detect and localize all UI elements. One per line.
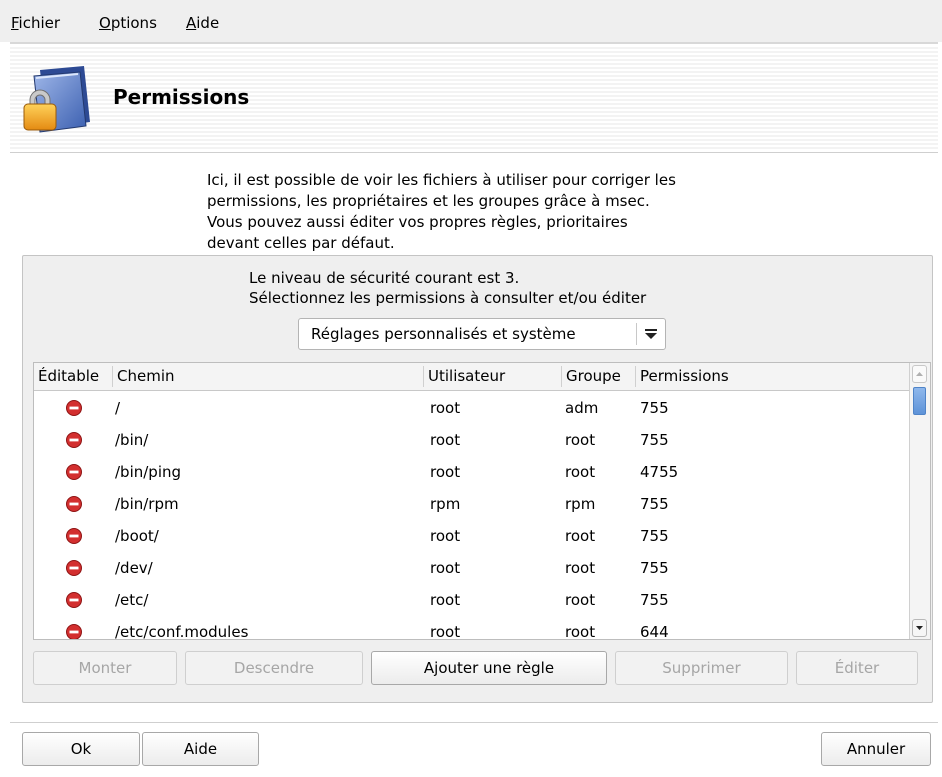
- cell-user: root: [430, 623, 461, 640]
- cell-permissions: 755: [640, 431, 669, 449]
- cell-user: root: [430, 431, 461, 449]
- cell-permissions: 4755: [640, 463, 679, 481]
- menu-options-accel: O: [99, 14, 111, 32]
- cell-group: adm: [565, 399, 599, 417]
- menu-fichier-label: ichier: [18, 14, 61, 32]
- cell-user: root: [430, 591, 461, 609]
- combo-divider: [636, 323, 637, 345]
- not-editable-icon: [66, 560, 82, 576]
- banner-separator: [10, 152, 938, 153]
- cell-permissions: 755: [640, 591, 669, 609]
- column-header-user[interactable]: Utilisateur: [424, 363, 561, 390]
- not-editable-icon: [66, 624, 82, 639]
- cell-user: root: [430, 527, 461, 545]
- scroll-down-button[interactable]: [912, 619, 927, 637]
- menu-fichier[interactable]: Fichier: [11, 14, 60, 32]
- footer-separator: [10, 722, 938, 723]
- cell-group: root: [565, 591, 596, 609]
- menu-options[interactable]: Options: [99, 14, 157, 32]
- not-editable-icon: [66, 496, 82, 512]
- not-editable-icon: [66, 464, 82, 480]
- table-row[interactable]: /boot/root root 755: [34, 520, 910, 552]
- table-row[interactable]: / root adm 755: [34, 392, 910, 424]
- cell-group: root: [565, 431, 596, 449]
- cell-permissions: 755: [640, 495, 669, 513]
- cell-user: root: [430, 399, 461, 417]
- menu-aide[interactable]: Aide: [186, 14, 219, 32]
- vertical-scrollbar[interactable]: [909, 363, 930, 639]
- not-editable-icon: [66, 400, 82, 416]
- scroll-up-button[interactable]: [912, 365, 927, 383]
- menu-fichier-accel: F: [11, 14, 19, 32]
- security-level-text: Le niveau de sécurité courant est 3. Sél…: [249, 269, 647, 307]
- table-row[interactable]: /dev/root root 755: [34, 552, 910, 584]
- permissions-select[interactable]: Réglages personnalisés et système: [298, 318, 666, 350]
- cell-user: rpm: [430, 495, 461, 513]
- cell-path: /boot/: [115, 527, 159, 545]
- table-row[interactable]: /bin/ping root root 4755: [34, 456, 910, 488]
- cell-user: root: [430, 463, 461, 481]
- ok-button[interactable]: Ok: [22, 732, 140, 766]
- help-button[interactable]: Aide: [142, 732, 259, 766]
- folder-lock-icon: [23, 66, 90, 133]
- column-header-permissions[interactable]: Permissions: [636, 363, 910, 390]
- cell-group: rpm: [565, 495, 596, 513]
- cell-group: root: [565, 527, 596, 545]
- cell-group: root: [565, 463, 596, 481]
- arrow-up-icon: [916, 372, 923, 376]
- not-editable-icon: [66, 592, 82, 608]
- menu-bar: Fichier Options Aide: [0, 0, 942, 42]
- move-down-button[interactable]: Descendre: [185, 651, 363, 685]
- edit-button[interactable]: Éditer: [796, 651, 918, 685]
- delete-button[interactable]: Supprimer: [615, 651, 788, 685]
- permissions-table: Éditable Chemin Utilisateur Groupe Permi…: [33, 362, 931, 640]
- chevron-down-icon[interactable]: [641, 323, 661, 345]
- cell-group: root: [565, 623, 596, 640]
- page-title: Permissions: [113, 85, 250, 109]
- cell-path: /etc/conf.modules: [115, 623, 249, 640]
- not-editable-icon: [66, 432, 82, 448]
- menu-options-label: ptions: [110, 14, 157, 32]
- menu-separator: [10, 42, 938, 44]
- intro-text: Ici, il est possible de voir les fichier…: [207, 171, 676, 252]
- table-row[interactable]: /bin/rpm rpm rpm 755: [34, 488, 910, 520]
- cell-permissions: 755: [640, 559, 669, 577]
- permissions-group: Le niveau de sécurité courant est 3. Sél…: [22, 255, 933, 703]
- scroll-thumb[interactable]: [913, 387, 926, 415]
- table-row[interactable]: /bin/root root 755: [34, 424, 910, 456]
- column-header-group[interactable]: Groupe: [562, 363, 635, 390]
- add-rule-button[interactable]: Ajouter une règle: [371, 651, 607, 685]
- cell-path: /bin/: [115, 431, 149, 449]
- cell-path: /bin/rpm: [115, 495, 179, 513]
- table-row[interactable]: /etc/conf.modules root root 644: [34, 616, 910, 640]
- column-header-path[interactable]: Chemin: [113, 363, 423, 390]
- cell-permissions: 755: [640, 527, 669, 545]
- cell-group: root: [565, 559, 596, 577]
- menu-aide-accel: A: [186, 14, 197, 32]
- column-header-editable[interactable]: Éditable: [34, 363, 112, 390]
- header-banner: Permissions: [10, 45, 938, 151]
- not-editable-icon: [66, 528, 82, 544]
- cell-user: root: [430, 559, 461, 577]
- menu-aide-label: ide: [196, 14, 220, 32]
- cancel-button[interactable]: Annuler: [821, 732, 931, 766]
- cell-path: /dev/: [115, 559, 153, 577]
- cell-path: /etc/: [115, 591, 149, 609]
- arrow-down-icon: [916, 626, 923, 630]
- table-row[interactable]: /etc/root root 755: [34, 584, 910, 616]
- cell-path: /: [115, 399, 121, 417]
- move-up-button[interactable]: Monter: [33, 651, 177, 685]
- permissions-select-value: Réglages personnalisés et système: [311, 325, 576, 343]
- cell-permissions: 755: [640, 399, 669, 417]
- cell-path: /bin/ping: [115, 463, 182, 481]
- cell-permissions: 644: [640, 623, 669, 640]
